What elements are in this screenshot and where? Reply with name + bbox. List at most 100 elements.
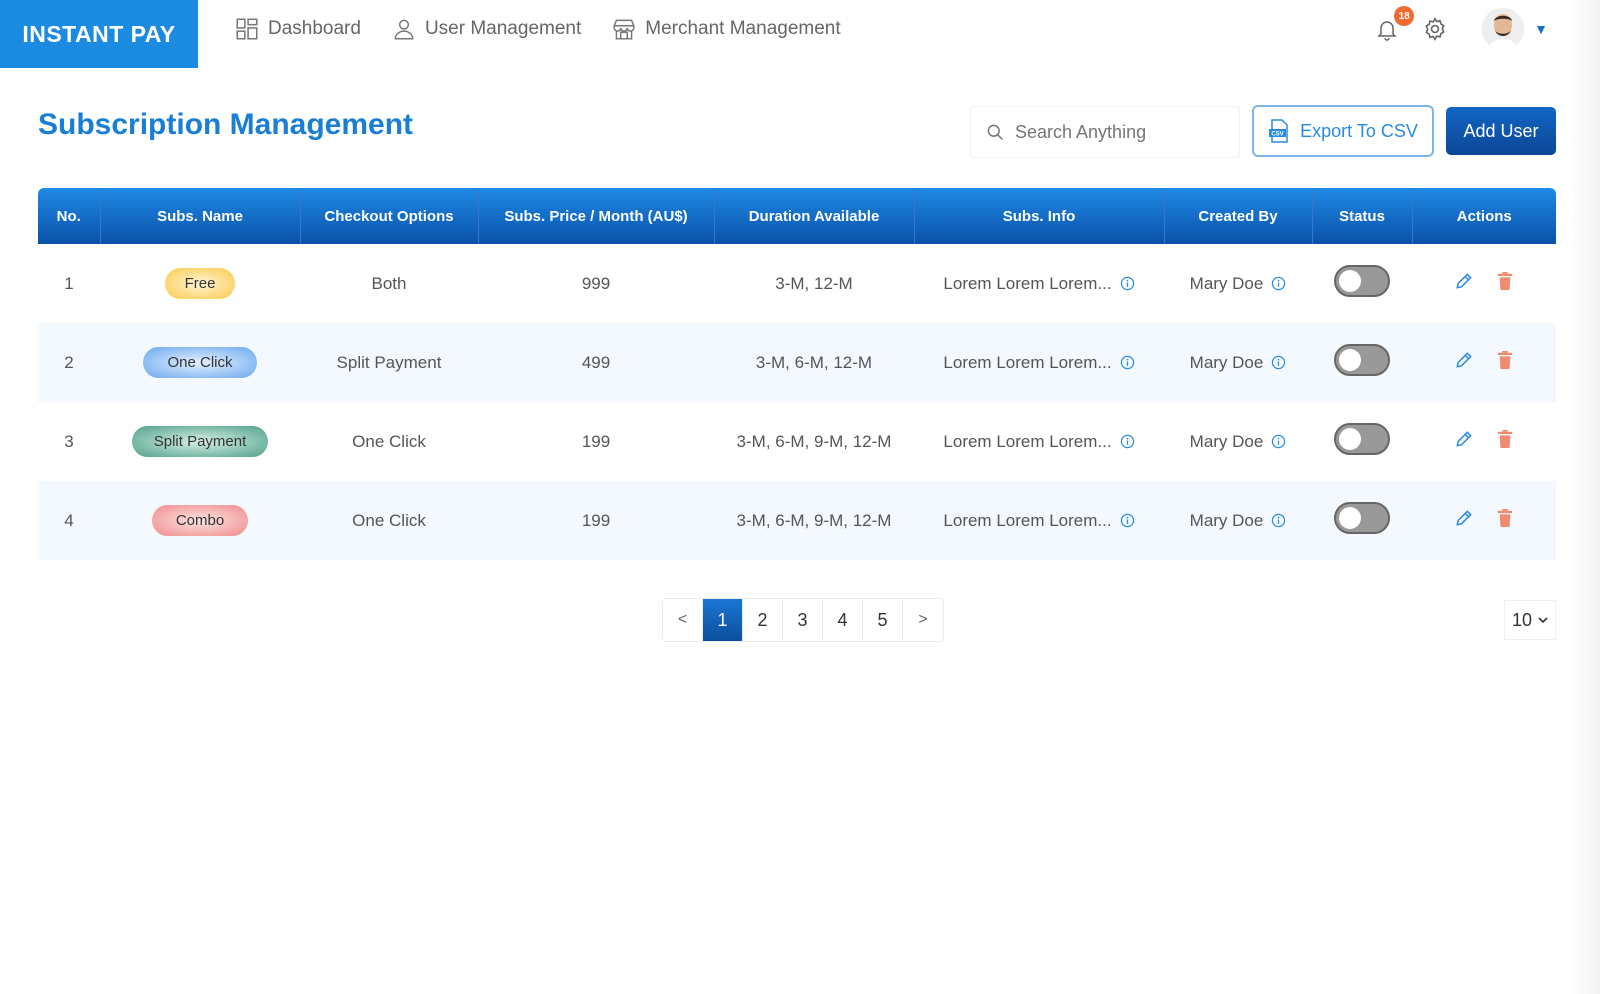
pagination: < 1 2 3 4 5 > [662,598,944,642]
nav-merchant-management-label: Merchant Management [645,18,841,39]
table-row: 2 One Click Split Payment 499 3-M, 6-M, … [38,323,1556,402]
nav-merchant-management[interactable]: Merchant Management [611,16,841,42]
subs-name-badge: Combo [151,505,249,536]
subs-info-text: Lorem Lorem Lorem... [943,510,1112,530]
status-toggle[interactable] [1334,344,1390,376]
checkout-option: Split Payment [336,352,442,372]
add-user-button[interactable]: Add User [1446,107,1556,155]
search-icon [987,124,1004,141]
status-toggle[interactable] [1334,423,1390,455]
subs-info-text: Lorem Lorem Lorem... [943,431,1112,451]
page-2-button[interactable]: 2 [743,599,783,641]
info-icon[interactable] [1271,513,1286,528]
page-5-button[interactable]: 5 [863,599,903,641]
col-subs-info[interactable]: Subs. Info [914,188,1165,244]
subs-info-text: Lorem Lorem Lorem... [943,352,1112,372]
col-subs-name[interactable]: Subs. Name [100,188,301,244]
checkout-option: One Click [352,431,426,451]
duration-available: 3-M, 6-M, 9-M, 12-M [736,510,892,530]
top-bar: INSTANT PAY Dashboard User Management Me… [0,0,1568,68]
trash-icon [1497,351,1513,369]
table-row: 4 Combo One Click 199 3-M, 6-M, 9-M, 12-… [38,481,1556,560]
page-3-button[interactable]: 3 [783,599,823,641]
pencil-icon [1456,431,1472,447]
chevron-down-icon [1538,617,1548,624]
col-status[interactable]: Status [1312,188,1413,244]
row-no: 1 [64,273,74,293]
page-title: Subscription Management [38,108,414,141]
app-frame: INSTANT PAY Dashboard User Management Me… [0,0,1600,994]
edit-button[interactable] [1454,271,1474,291]
created-by: Mary Doe [1189,431,1264,451]
rows-per-page-value: 10 [1511,609,1533,630]
avatar-image [1482,8,1525,50]
nav-dashboard[interactable]: Dashboard [234,16,361,42]
delete-button[interactable] [1496,350,1514,370]
col-duration[interactable]: Duration Available [714,188,915,244]
gear-icon [1425,17,1445,41]
rows-per-page-select[interactable]: 10 [1504,600,1556,640]
row-no: 4 [64,510,74,530]
store-icon [613,19,636,40]
delete-button[interactable] [1496,508,1514,528]
table-row: 1 Free Both 999 3-M, 12-M Lorem Lorem Lo… [38,244,1556,323]
notification-count-badge: 18 [1394,6,1415,26]
user-icon [394,19,414,40]
delete-button[interactable] [1496,271,1514,291]
pencil-icon [1456,352,1472,368]
edit-button[interactable] [1454,350,1474,370]
edit-button[interactable] [1454,429,1474,449]
col-no[interactable]: No. [38,188,101,244]
nav-dashboard-label: Dashboard [268,18,361,39]
user-avatar[interactable] [1482,8,1525,50]
csv-file-icon: CSV [1269,119,1288,143]
account-dropdown-icon[interactable]: ▼ [1534,21,1548,37]
checkout-option: Both [371,273,407,293]
prev-page-button[interactable]: < [663,599,703,641]
info-icon[interactable] [1120,434,1135,449]
col-price[interactable]: Subs. Price / Month (AU$) [478,188,715,244]
col-created-by[interactable]: Created By [1164,188,1313,244]
duration-available: 3-M, 6-M, 12-M [755,352,873,372]
info-icon[interactable] [1120,276,1135,291]
trash-icon [1497,509,1513,527]
page-4-button[interactable]: 4 [823,599,863,641]
pencil-icon [1456,273,1472,289]
info-icon[interactable] [1120,355,1135,370]
delete-button[interactable] [1496,429,1514,449]
pencil-icon [1456,510,1472,526]
info-icon[interactable] [1271,355,1286,370]
page-1-button[interactable]: 1 [703,599,743,641]
export-csv-button[interactable]: CSV Export To CSV [1252,105,1434,157]
col-actions[interactable]: Actions [1412,188,1556,244]
next-page-button[interactable]: > [903,599,943,641]
info-icon[interactable] [1120,513,1135,528]
info-icon[interactable] [1271,434,1286,449]
table-header-row: No. Subs. Name Checkout Options Subs. Pr… [38,188,1556,244]
created-by: Mary Doe [1189,273,1264,293]
subs-price: 199 [581,510,611,530]
subscriptions-table: No. Subs. Name Checkout Options Subs. Pr… [38,188,1556,560]
duration-available: 3-M, 12-M [775,273,853,293]
info-icon[interactable] [1271,276,1286,291]
brand-logo[interactable]: INSTANT PAY [0,0,198,68]
search-input[interactable] [1015,121,1225,143]
main-nav: Dashboard User Management Merchant Manag… [234,16,841,42]
nav-user-management[interactable]: User Management [391,16,581,42]
trash-icon [1497,272,1513,290]
notifications-button[interactable]: 18 [1372,6,1415,44]
col-checkout-options[interactable]: Checkout Options [300,188,479,244]
subs-price: 199 [581,431,611,451]
created-by: Mary Doe [1189,510,1264,530]
svg-text:CSV: CSV [1271,132,1283,138]
subs-price: 999 [581,273,611,293]
settings-button[interactable] [1420,14,1450,44]
edit-button[interactable] [1454,508,1474,528]
nav-user-management-label: User Management [424,18,582,39]
status-toggle[interactable] [1334,265,1390,297]
subs-info-text: Lorem Lorem Lorem... [943,273,1112,293]
checkout-option: One Click [352,510,426,530]
search-box [970,106,1240,158]
status-toggle[interactable] [1334,502,1390,534]
subs-price: 499 [581,352,611,372]
